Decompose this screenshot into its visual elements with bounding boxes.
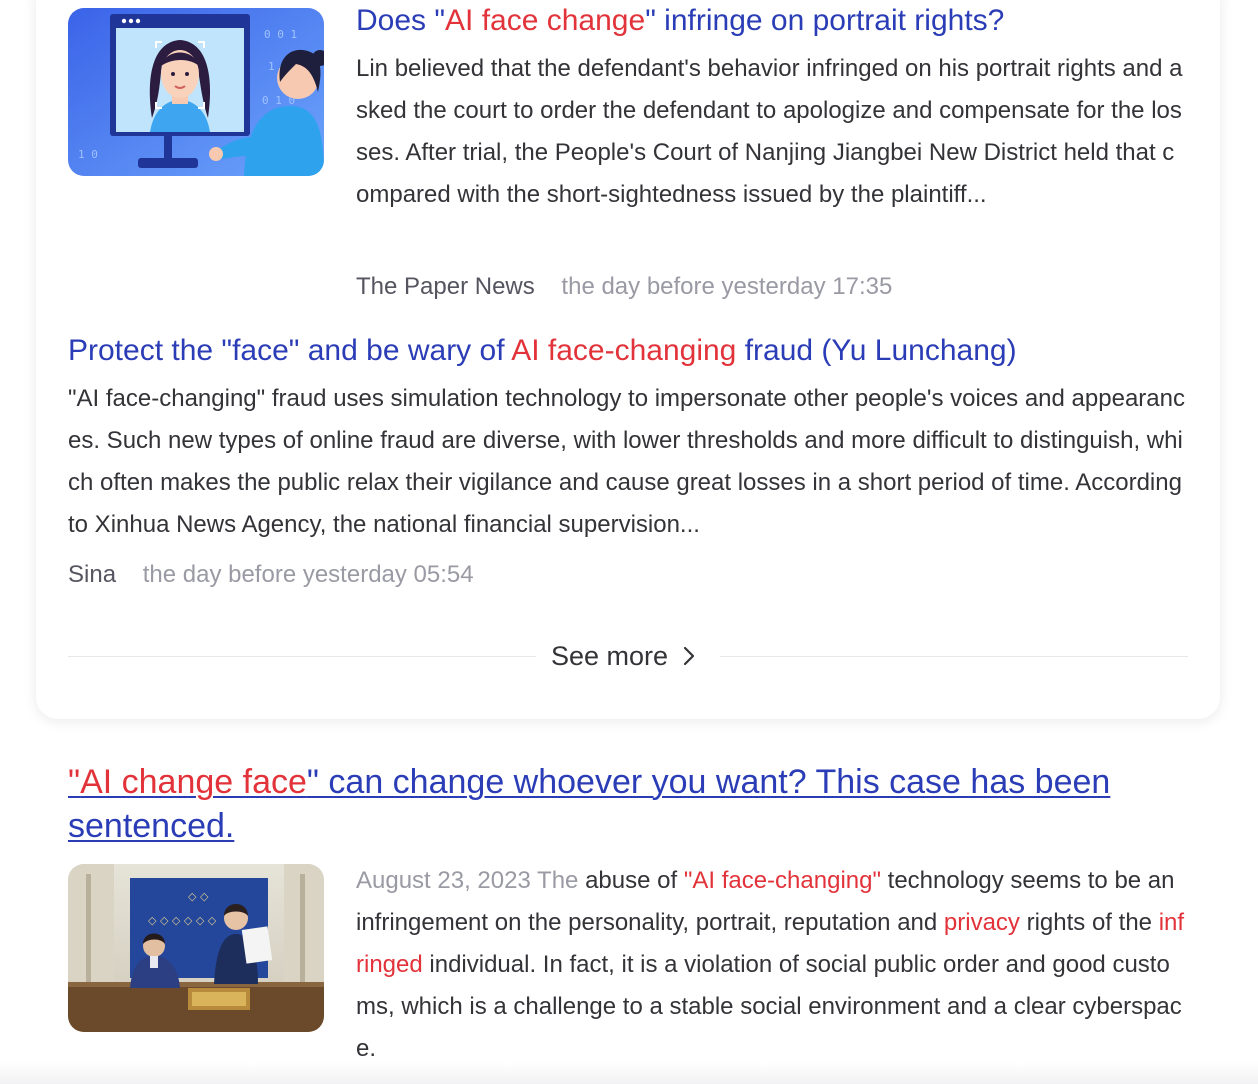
- news-title-highlight: AI face change: [445, 4, 646, 37]
- snippet-part: individual. In fact, it is a violation o…: [356, 951, 1182, 1062]
- ai-face-illustration-image: 0 0 1 1 0 0 1 0 1 0: [68, 8, 324, 176]
- result-date: August 23, 2023 The: [356, 867, 579, 894]
- see-more-label: See more: [551, 641, 669, 671]
- search-results-page: 0 0 1 1 0 0 1 0 1 0 Does "AI face change…: [0, 0, 1258, 1084]
- snippet-part: rights of the: [1019, 909, 1159, 936]
- snippet-highlight: "AI face-changing": [683, 867, 881, 894]
- news-title-text: Protect the "face" and be wary of: [68, 334, 512, 367]
- see-more-row: See more: [68, 638, 1188, 674]
- news-summary: "AI face-changing" fraud uses simulation…: [68, 385, 1185, 538]
- news-title-text: fraud (Yu Lunchang): [736, 334, 1017, 367]
- bottom-fade: [0, 1062, 1258, 1084]
- news-title-fraud-warning[interactable]: Protect the "face" and be wary of AI fac…: [68, 332, 1017, 370]
- news-summary: Lin believed that the defendant's behavi…: [356, 55, 1183, 208]
- result-snippet: August 23, 2023 The abuse of "AI face-ch…: [356, 860, 1186, 1070]
- snippet-highlight: privacy: [943, 909, 1020, 936]
- news-title-highlight: AI face-changing: [511, 334, 737, 367]
- snippet-part: abuse of: [578, 867, 684, 894]
- svg-text:1 0: 1 0: [78, 148, 98, 161]
- news-title-text: " infringe on portrait rights?: [645, 4, 1005, 37]
- divider-left: [68, 656, 536, 657]
- chevron-right-icon: [683, 646, 695, 666]
- news-title-text: Does ": [356, 4, 446, 37]
- news-meta: The Paper News the day before yesterday …: [356, 272, 892, 302]
- courtroom-photo-image: ◇ ◇ ◇ ◇ ◇ ◇ ◇ ◇: [68, 864, 324, 1032]
- news-meta: Sina the day before yesterday 05:54: [68, 560, 474, 590]
- result-title-quote: ": [68, 763, 81, 801]
- result-thumbnail-court[interactable]: ◇ ◇ ◇ ◇ ◇ ◇ ◇ ◇: [68, 864, 324, 1032]
- divider-right: [720, 656, 1188, 657]
- news-source[interactable]: Sina: [68, 561, 116, 588]
- news-thumbnail-ai-face[interactable]: 0 0 1 1 0 0 1 0 1 0: [68, 8, 324, 176]
- svg-text:◇ ◇ ◇ ◇ ◇ ◇: ◇ ◇ ◇ ◇ ◇ ◇: [148, 914, 217, 927]
- news-title-portrait-rights[interactable]: Does "AI face change" infringe on portra…: [356, 2, 1004, 40]
- news-time: the day before yesterday 17:35: [561, 273, 893, 300]
- result-title-link[interactable]: "AI change face" can change whoever you …: [68, 760, 1218, 848]
- news-time: the day before yesterday 05:54: [142, 561, 474, 588]
- result-title-highlight: AI change face: [80, 763, 307, 801]
- see-more-button[interactable]: See more: [551, 638, 696, 674]
- svg-text:◇ ◇: ◇ ◇: [188, 890, 209, 903]
- svg-text:0 0 1: 0 0 1: [264, 28, 297, 41]
- news-source[interactable]: The Paper News: [356, 273, 535, 300]
